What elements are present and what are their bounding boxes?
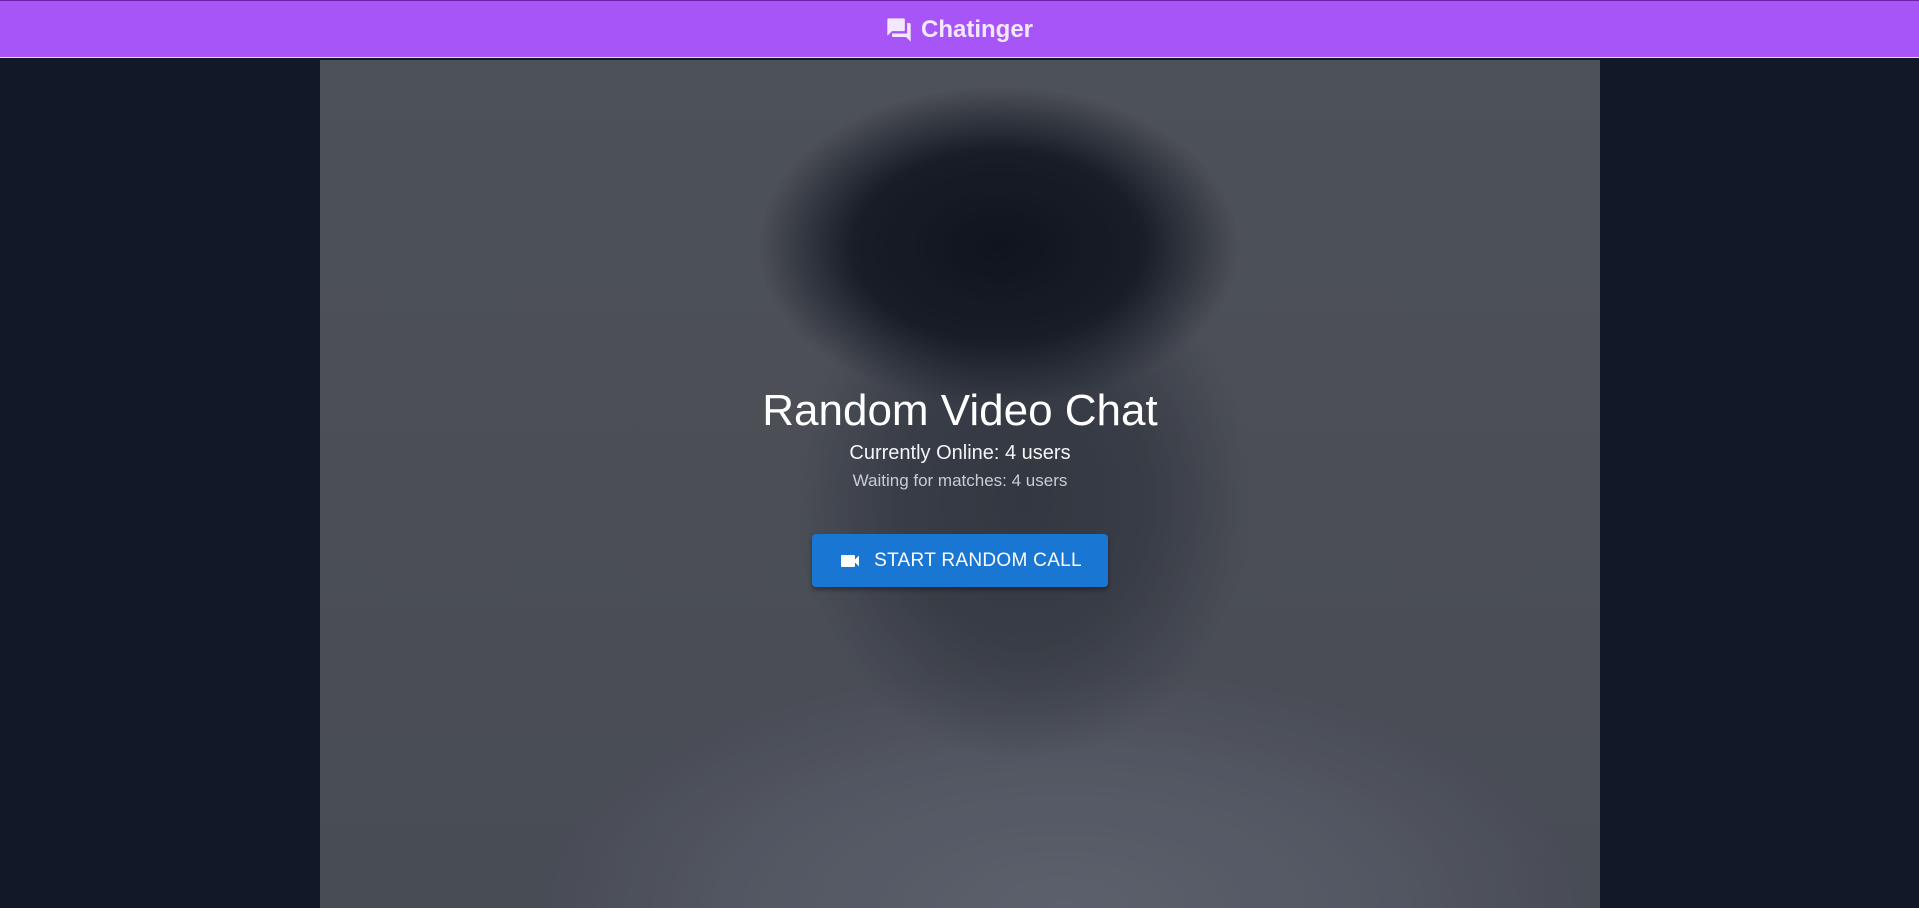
brand[interactable]: Chatinger xyxy=(885,16,1033,44)
app-name: Chatinger xyxy=(921,16,1034,43)
top-bar: Chatinger xyxy=(0,0,1919,58)
call-overlay: Random Video Chat Currently Online: 4 us… xyxy=(320,60,1600,908)
online-count: Currently Online: 4 users xyxy=(849,442,1071,464)
start-random-call-label: START RANDOM CALL xyxy=(874,549,1082,571)
start-random-call-button[interactable]: START RANDOM CALL xyxy=(812,534,1108,587)
page-title: Random Video Chat xyxy=(762,386,1158,435)
chat-bubbles-icon xyxy=(885,16,913,44)
local-video-preview: Random Video Chat Currently Online: 4 us… xyxy=(320,60,1600,908)
video-camera-icon xyxy=(838,549,862,573)
waiting-count: Waiting for matches: 4 users xyxy=(852,471,1068,490)
